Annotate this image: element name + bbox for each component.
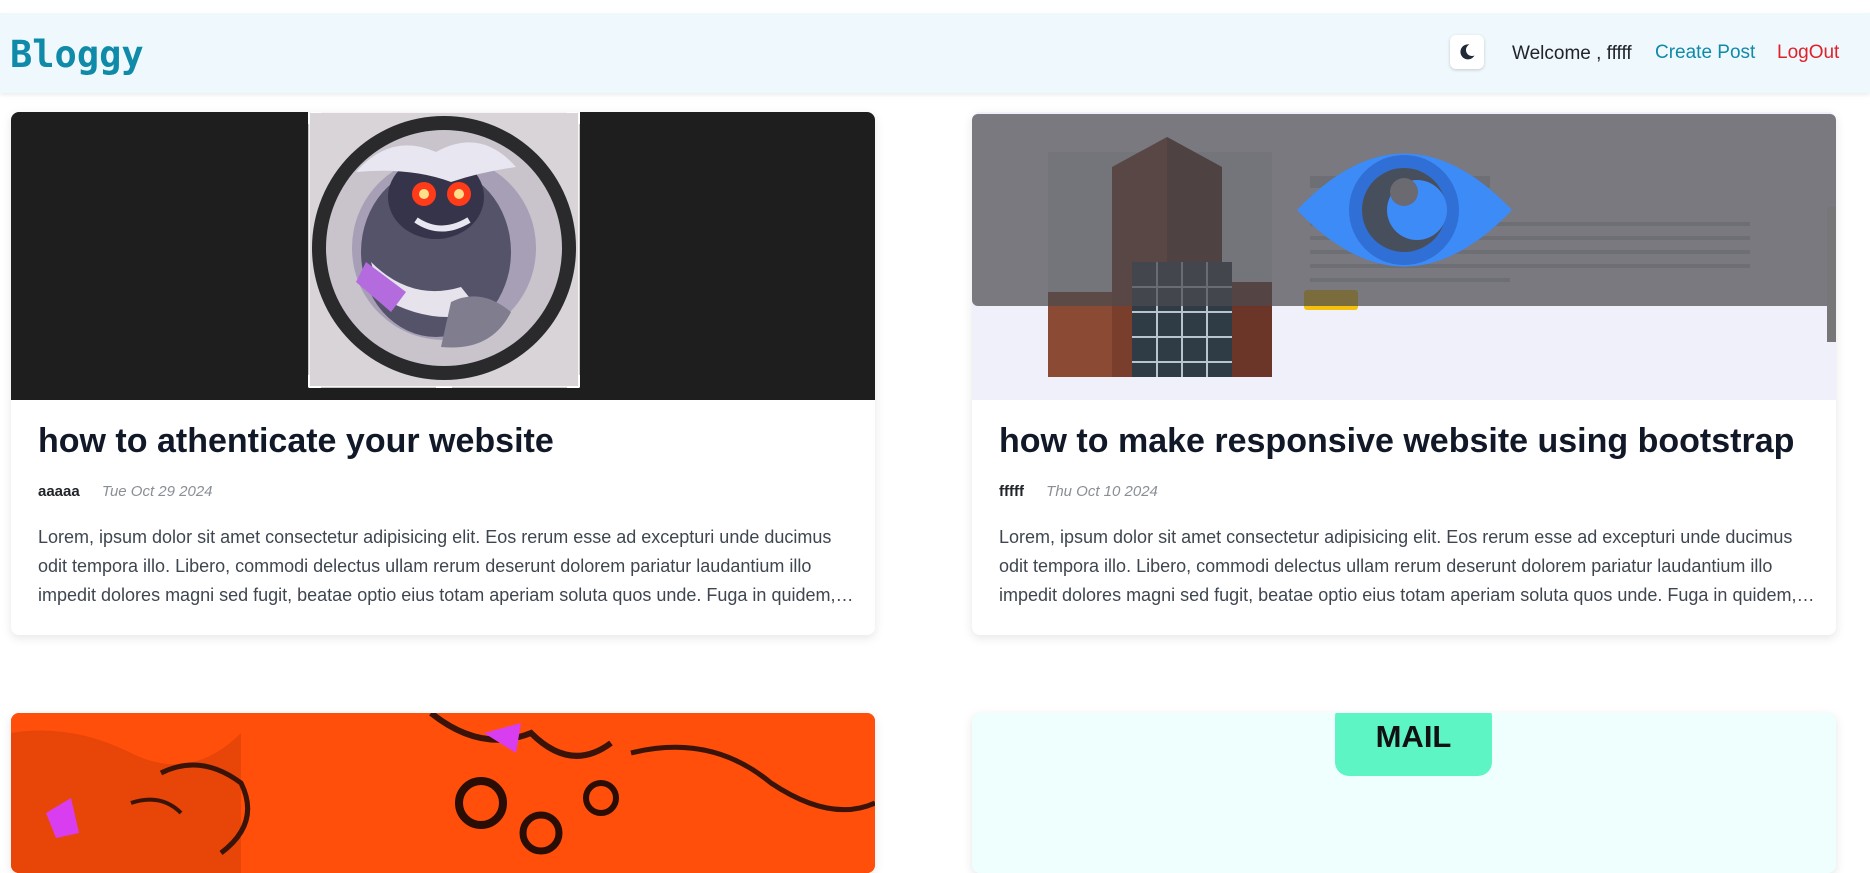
post-card[interactable]: MAIL [972,713,1836,873]
mail-badge: MAIL [1335,713,1492,776]
post-image [11,713,875,873]
welcome-text: Welcome , fffff [1512,43,1632,64]
post-title[interactable]: how to make responsive website using boo… [999,422,1794,461]
post-author: aaaaa [38,483,80,500]
post-title[interactable]: how to athenticate your website [38,422,554,461]
logout-link[interactable]: LogOut [1777,42,1839,64]
post-card[interactable] [11,713,875,873]
post-meta: fffff Thu Oct 10 2024 [999,483,1158,500]
post-excerpt: Lorem, ipsum dolor sit amet consectetur … [999,527,1797,605]
site-logo[interactable]: Bloggy [10,33,144,76]
theme-toggle-button[interactable] [1450,35,1484,69]
post-excerpt: Lorem, ipsum dolor sit amet consectetur … [38,527,836,605]
post-image [972,112,1836,400]
create-post-link[interactable]: Create Post [1655,42,1755,64]
mail-badge-label: MAIL [1375,719,1452,754]
navbar: Bloggy Welcome , fffff Create Post LogOu… [0,13,1870,93]
post-author: fffff [999,483,1024,500]
post-image [11,112,875,400]
post-card[interactable]: how to make responsive website using boo… [972,112,1836,635]
post-card[interactable]: how to athenticate your website aaaaa Tu… [11,112,875,635]
post-meta: aaaaa Tue Oct 29 2024 [38,483,213,500]
post-date: Tue Oct 29 2024 [101,483,213,500]
post-date: Thu Oct 10 2024 [1046,483,1158,500]
moon-icon [1460,44,1475,60]
